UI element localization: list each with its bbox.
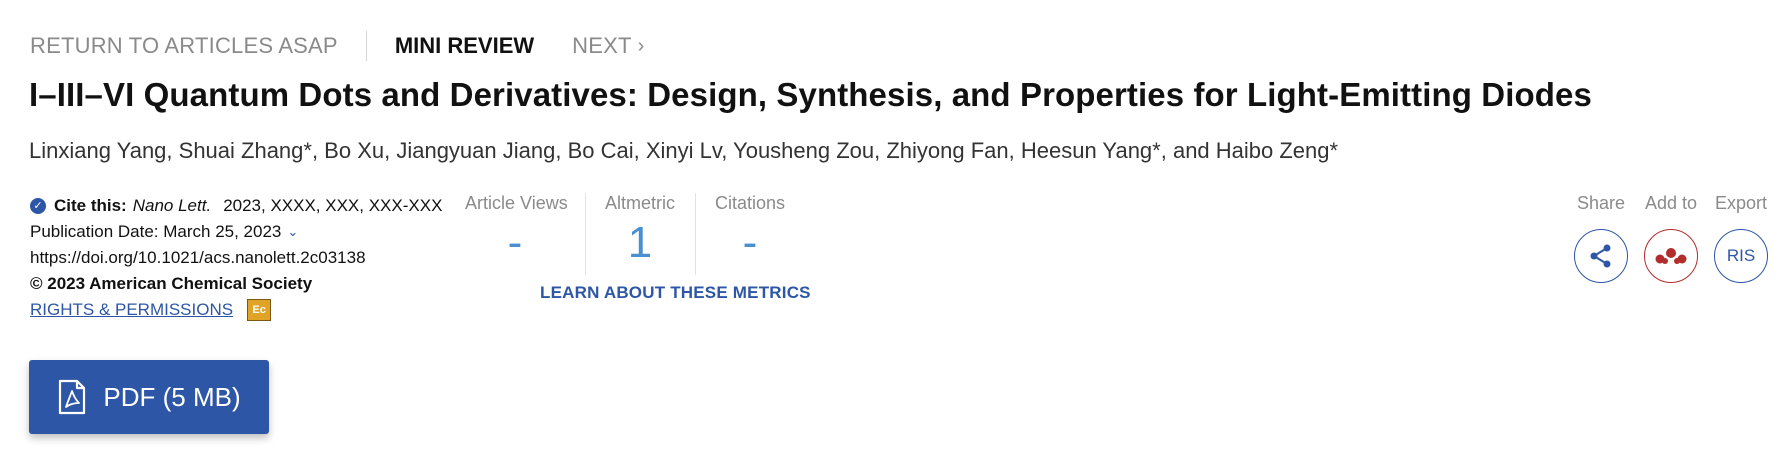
publication-date: Publication Date: March 25, 2023 <box>30 222 282 241</box>
share-label: Share <box>1576 193 1626 213</box>
next-label: NEXT <box>572 33 632 58</box>
chevron-down-icon: ⌄ <box>287 224 299 239</box>
article-metrics: Article Views - Altmetric 1 Citations - … <box>465 193 865 303</box>
citation-reference: 2023, XXXX, XXX, XXX-XXX <box>223 196 443 215</box>
metric-altmetric[interactable]: Altmetric 1 <box>595 193 685 266</box>
article-actions: Share Add to Export RIS <box>1573 193 1769 283</box>
rights-permissions-link[interactable]: RIGHTS & PERMISSIONS <box>30 297 233 323</box>
add-to-label: Add to <box>1644 193 1698 213</box>
metrics-divider <box>585 193 586 275</box>
next-link[interactable]: NEXT › <box>572 33 644 59</box>
article-views-label: Article Views <box>465 193 568 213</box>
article-title: I–III–VI Quantum Dots and Derivatives: D… <box>29 76 1592 113</box>
export-action: Export RIS <box>1713 193 1769 283</box>
metrics-divider <box>695 193 696 275</box>
cite-label: Cite this: <box>54 196 127 215</box>
altmetric-value: 1 <box>627 218 653 267</box>
pdf-download-button[interactable]: PDF (5 MB) <box>29 360 269 434</box>
pdf-file-icon <box>59 379 86 415</box>
citation-block: ✓ Cite this: Nano Lett. 2023, XXXX, XXX,… <box>30 193 442 323</box>
add-to-action: Add to <box>1643 193 1699 283</box>
mendeley-icon <box>1655 248 1687 264</box>
learn-about-metrics-link[interactable]: LEARN ABOUT THESE METRICS <box>540 283 811 303</box>
section-label: MINI REVIEW <box>394 33 535 58</box>
altmetric-label: Altmetric <box>604 193 675 213</box>
article-views-value: - <box>507 218 523 267</box>
return-to-articles-link[interactable]: RETURN TO ARTICLES ASAP <box>30 33 338 59</box>
journal-name: Nano Lett. <box>132 196 212 215</box>
nav-divider <box>365 31 367 61</box>
chevron-right-icon: › <box>637 34 645 57</box>
editors-choice-badge: Ec <box>247 299 272 321</box>
top-navigation: RETURN TO ARTICLES ASAP MINI REVIEW NEXT… <box>30 30 644 62</box>
share-button[interactable] <box>1574 229 1628 283</box>
metric-article-views: Article Views - <box>465 193 568 267</box>
add-to-mendeley-button[interactable] <box>1644 229 1698 283</box>
citations-label: Citations <box>714 193 786 213</box>
doi-link[interactable]: https://doi.org/10.1021/acs.nanolett.2c0… <box>30 245 366 271</box>
export-ris-button[interactable]: RIS <box>1714 229 1768 283</box>
share-action: Share <box>1573 193 1629 283</box>
publication-date-toggle[interactable]: Publication Date: March 25, 2023 ⌄ <box>30 219 442 245</box>
citations-value: - <box>742 218 758 267</box>
copyright-text: © 2023 American Chemical Society <box>30 274 313 293</box>
pdf-download-label: PDF (5 MB) <box>103 381 241 412</box>
check-circle-icon: ✓ <box>30 198 46 214</box>
metric-citations: Citations - <box>705 193 795 266</box>
share-icon <box>1590 244 1611 268</box>
export-label: Export <box>1714 193 1768 213</box>
export-ris-label: RIS <box>1726 246 1756 265</box>
author-list: Linxiang Yang, Shuai Zhang*, Bo Xu, Jian… <box>29 138 1339 163</box>
